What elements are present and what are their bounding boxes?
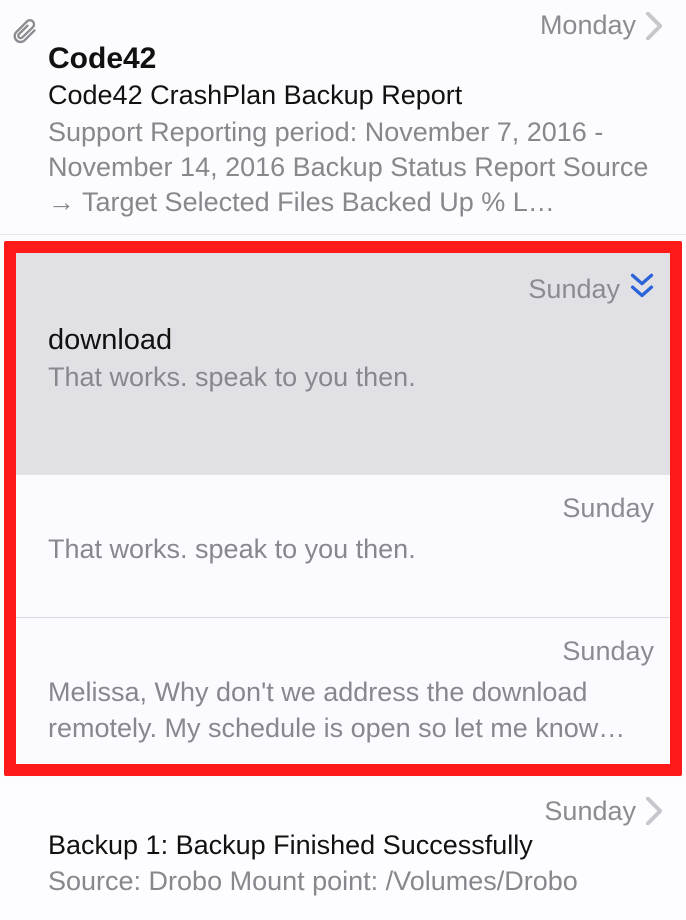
date-row: Monday [48,10,664,41]
date-row: Sunday [48,493,656,524]
message-row[interactable]: Sunday Melissa, Why don't we address the… [16,617,670,763]
chevron-right-icon [646,797,662,825]
message-date: Sunday [562,636,654,667]
paperclip-icon [10,16,38,51]
message-date: Sunday [544,796,636,827]
highlighted-thread: Sunday download That works. speak to you… [4,241,682,776]
date-row: Sunday [48,273,656,306]
message-date: Sunday [528,274,620,305]
chevron-right-icon [646,12,662,40]
message-date: Monday [540,10,636,41]
message-date: Sunday [562,493,654,524]
message-row[interactable]: Sunday That works. speak to you then. [16,475,670,617]
message-subject: Code42 CrashPlan Backup Report [48,77,664,113]
date-row: Sunday [48,636,656,667]
date-row: Sunday [48,796,664,827]
message-subject: Backup 1: Backup Finished Successfully [48,827,664,863]
message-sender: Code42 [48,41,664,77]
message-row[interactable]: Monday Code42 Code42 CrashPlan Backup Re… [0,0,686,235]
message-row[interactable]: Sunday Backup 1: Backup Finished Success… [0,782,686,920]
message-row[interactable]: Sunday download That works. speak to you… [16,253,670,475]
message-preview: Support Reporting period: November 7, 20… [48,113,664,220]
message-preview: That works. speak to you then. [48,524,656,567]
message-subject: download [48,306,656,358]
message-preview: Melissa, Why don't we address the downlo… [48,667,656,745]
message-list: Monday Code42 Code42 CrashPlan Backup Re… [0,0,686,920]
message-preview: That works. speak to you then. [48,358,656,395]
message-preview: Source: Drobo Mount point: /Volumes/Drob… [48,862,664,899]
double-chevron-down-icon[interactable] [630,273,654,306]
